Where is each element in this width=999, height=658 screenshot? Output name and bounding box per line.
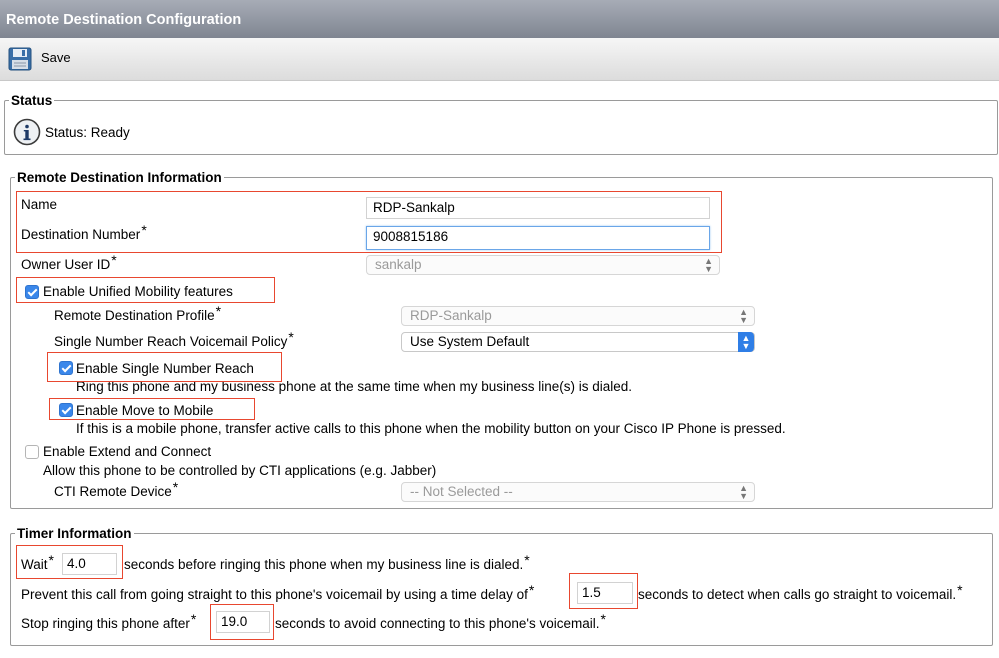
destination-number-field[interactable]: 9008815186: [366, 226, 710, 250]
save-label: Save: [41, 50, 71, 65]
updown-chevron-icon: ▲ ▼: [738, 332, 754, 352]
single-number-reach-description: Ring this phone and my business phone at…: [76, 379, 633, 394]
destination-number-label: Destination Number*: [21, 222, 147, 242]
snr-voicemail-policy-value: Use System Default: [410, 334, 530, 349]
snr-voicemail-policy-label: Single Number Reach Voicemail Policy*: [54, 329, 294, 349]
rdi-legend: Remote Destination Information: [17, 170, 222, 185]
cti-remote-device-value: -- Not Selected --: [410, 484, 513, 499]
prevent-suffix: seconds to detect when calls go straight…: [638, 582, 963, 602]
floppy-disk-icon: [8, 47, 32, 74]
prevent-label: Prevent this call from going straight to…: [21, 582, 535, 602]
move-to-mobile-description: If this is a mobile phone, transfer acti…: [76, 421, 786, 436]
owner-user-id-label: Owner User ID*: [21, 252, 117, 272]
move-to-mobile-checkbox[interactable]: [59, 403, 73, 417]
remote-destination-profile-value: RDP-Sankalp: [410, 308, 492, 323]
cti-remote-device-select[interactable]: -- Not Selected -- ▲ ▼: [401, 482, 755, 502]
wait-input[interactable]: 4.0: [62, 553, 117, 575]
prevent-delay-input[interactable]: 1.5: [577, 582, 633, 604]
snr-voicemail-policy-select[interactable]: Use System Default ▲ ▼: [401, 332, 755, 352]
save-button[interactable]: Save: [8, 47, 78, 73]
info-icon: [13, 118, 41, 149]
updown-chevron-icon: ▲ ▼: [739, 307, 748, 325]
cti-remote-device-label: CTI Remote Device*: [54, 479, 179, 499]
unified-mobility-checkbox[interactable]: [25, 285, 39, 299]
updown-chevron-icon: ▲ ▼: [739, 483, 748, 501]
stop-ringing-label: Stop ringing this phone after*: [21, 611, 197, 631]
single-number-reach-checkbox[interactable]: [59, 361, 73, 375]
owner-user-id-value: sankalp: [375, 257, 422, 272]
wait-suffix: seconds before ringing this phone when m…: [124, 552, 530, 572]
status-text: Status: Ready: [45, 125, 130, 140]
extend-and-connect-description: Allow this phone to be controlled by CTI…: [43, 463, 437, 478]
remote-destination-profile-label: Remote Destination Profile*: [54, 303, 222, 323]
timer-legend: Timer Information: [17, 526, 132, 541]
wait-label: Wait*: [21, 552, 54, 572]
owner-user-id-select[interactable]: sankalp ▲ ▼: [366, 255, 720, 275]
updown-chevron-icon: ▲ ▼: [704, 256, 713, 274]
name-label: Name: [21, 197, 58, 212]
window-title: Remote Destination Configuration: [0, 0, 999, 38]
status-legend: Status: [11, 93, 53, 108]
name-field[interactable]: RDP-Sankalp: [366, 197, 710, 219]
stop-ringing-input[interactable]: 19.0: [216, 611, 270, 633]
unified-mobility-label: Enable Unified Mobility features: [43, 284, 233, 299]
stop-ringing-suffix: seconds to avoid connecting to this phon…: [275, 611, 606, 631]
move-to-mobile-label: Enable Move to Mobile: [76, 403, 214, 418]
extend-and-connect-label: Enable Extend and Connect: [43, 444, 212, 459]
extend-and-connect-checkbox[interactable]: [25, 445, 39, 459]
remote-destination-profile-select[interactable]: RDP-Sankalp ▲ ▼: [401, 306, 755, 326]
toolbar: Save: [0, 38, 999, 81]
status-section: Status: [4, 93, 998, 155]
single-number-reach-label: Enable Single Number Reach: [76, 361, 254, 376]
